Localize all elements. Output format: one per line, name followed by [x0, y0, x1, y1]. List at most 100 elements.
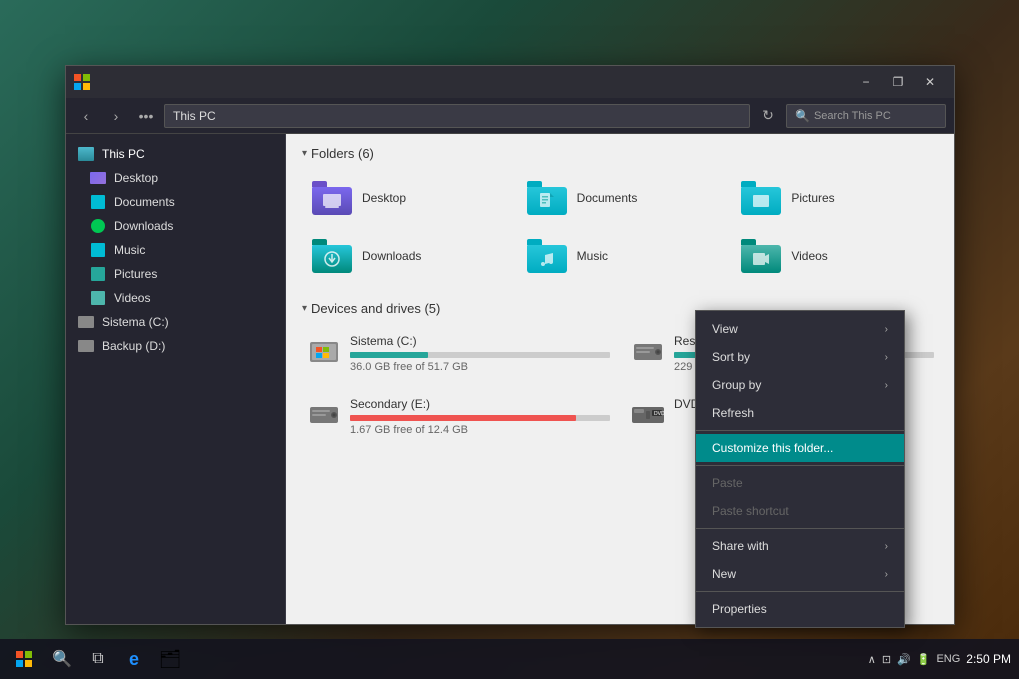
context-menu: View › Sort by › Group by › Refresh Cust… [695, 310, 905, 628]
start-logo-icon [16, 651, 32, 667]
title-bar: − ❐ ✕ [66, 66, 954, 98]
ctx-customize-label: Customize this folder... [712, 441, 833, 455]
sidebar-item-backup[interactable]: Backup (D:) [66, 334, 285, 358]
minimize-button[interactable]: − [850, 66, 882, 98]
close-button[interactable]: ✕ [914, 66, 946, 98]
ctx-share-label: Share with [712, 539, 769, 553]
folder-videos-icon [741, 239, 781, 273]
ctx-properties-label: Properties [712, 602, 767, 616]
ctx-divider-1 [696, 430, 904, 431]
backup-drive-icon [78, 338, 94, 354]
search-placeholder: Search This PC [814, 110, 891, 122]
sidebar-item-this-pc[interactable]: This PC [66, 142, 285, 166]
address-bar: ‹ › ••• This PC ↻ 🔍 Search This PC [66, 98, 954, 134]
folders-section-header: ▾ Folders (6) [302, 146, 938, 161]
ctx-view-label: View [712, 322, 738, 336]
sistema-bar-fill [350, 352, 428, 358]
secondary-drive-size: 1.67 GB free of 12.4 GB [350, 424, 610, 436]
folder-music[interactable]: Music [517, 231, 724, 281]
address-path[interactable]: This PC [164, 104, 750, 128]
ctx-refresh[interactable]: Refresh [696, 399, 904, 427]
sidebar-label-videos: Videos [114, 291, 150, 305]
windows-logo-icon [74, 74, 90, 90]
ctx-sort-label: Sort by [712, 350, 750, 364]
start-button[interactable] [8, 643, 40, 675]
sidebar-item-sistema[interactable]: Sistema (C:) [66, 310, 285, 334]
drive-sistema[interactable]: Sistema (C:) 36.0 GB free of 51.7 GB [302, 328, 614, 379]
folder-pictures[interactable]: Pictures [731, 173, 938, 223]
desktop-icon [90, 170, 106, 186]
sidebar-label-sistema: Sistema (C:) [102, 315, 169, 329]
forward-button[interactable]: › [104, 104, 128, 128]
sistema-drive-info: Sistema (C:) 36.0 GB free of 51.7 GB [350, 334, 610, 373]
sidebar-item-pictures[interactable]: Pictures [66, 262, 285, 286]
ctx-sort-by[interactable]: Sort by › [696, 343, 904, 371]
ctx-view[interactable]: View › [696, 315, 904, 343]
ctx-sort-arrow-icon: › [885, 352, 888, 363]
sidebar-label-backup: Backup (D:) [102, 339, 165, 353]
folders-chevron-icon: ▾ [302, 148, 307, 159]
sistema-bar-bg [350, 352, 610, 358]
ctx-share-with[interactable]: Share with › [696, 532, 904, 560]
sidebar-item-documents[interactable]: Documents [66, 190, 285, 214]
sidebar-item-downloads[interactable]: Downloads [66, 214, 285, 238]
sidebar-item-videos[interactable]: Videos [66, 286, 285, 310]
taskbar-edge-button[interactable]: e [118, 643, 150, 675]
folder-videos[interactable]: Videos [731, 231, 938, 281]
sidebar-label-desktop: Desktop [114, 171, 158, 185]
svg-text:DVD: DVD [654, 411, 665, 417]
folder-downloads-label: Downloads [362, 249, 421, 263]
ctx-new[interactable]: New › [696, 560, 904, 588]
sidebar-label-this-pc: This PC [102, 147, 145, 161]
ctx-group-label: Group by [712, 378, 761, 392]
ctx-group-by[interactable]: Group by › [696, 371, 904, 399]
folder-documents-icon [527, 181, 567, 215]
refresh-button[interactable]: ↻ [756, 104, 780, 128]
window-controls: − ❐ ✕ [850, 66, 946, 98]
folder-documents[interactable]: Documents [517, 173, 724, 223]
ctx-new-label: New [712, 567, 736, 581]
folder-desktop-label: Desktop [362, 191, 406, 205]
sidebar-item-desktop[interactable]: Desktop [66, 166, 285, 190]
sidebar-item-music[interactable]: Music [66, 238, 285, 262]
folder-desktop-icon [312, 181, 352, 215]
downloads-icon [90, 218, 106, 234]
folders-header-label: Folders (6) [311, 146, 374, 161]
tray-battery-icon: 🔋 [917, 653, 931, 666]
back-button[interactable]: ‹ [74, 104, 98, 128]
videos-icon [90, 290, 106, 306]
dvd-drive-icon: DVD [630, 397, 666, 433]
taskbar-task-view-button[interactable]: ⧉ [82, 643, 114, 675]
sidebar-label-pictures: Pictures [114, 267, 157, 281]
tray-volume-icon: 🔊 [897, 653, 911, 666]
folder-downloads[interactable]: Downloads [302, 231, 509, 281]
recent-locations-button[interactable]: ••• [134, 104, 158, 128]
tray-network-icon: ⊡ [882, 653, 891, 666]
taskbar-search-button[interactable]: 🔍 [46, 643, 78, 675]
tray-chevron-icon[interactable]: ∧ [868, 653, 876, 666]
ctx-share-arrow-icon: › [885, 541, 888, 552]
secondary-bar-bg [350, 415, 610, 421]
folder-desktop[interactable]: Desktop [302, 173, 509, 223]
search-box[interactable]: 🔍 Search This PC [786, 104, 946, 128]
drive-secondary[interactable]: Secondary (E:) 1.67 GB free of 12.4 GB [302, 391, 614, 442]
secondary-drive-icon [306, 397, 342, 433]
taskbar: 🔍 ⧉ e 🗂 ∧ ⊡ 🔊 🔋 ENG 2:50 PM [0, 639, 1019, 679]
pictures-icon [90, 266, 106, 282]
ctx-paste-shortcut-label: Paste shortcut [712, 504, 789, 518]
folder-videos-label: Videos [791, 249, 827, 263]
folders-grid: Desktop Documents [302, 173, 938, 281]
drives-header-label: Devices and drives (5) [311, 301, 440, 316]
secondary-drive-info: Secondary (E:) 1.67 GB free of 12.4 GB [350, 397, 610, 436]
taskbar-explorer-button[interactable]: 🗂 [154, 643, 186, 675]
ctx-customize[interactable]: Customize this folder... [696, 434, 904, 462]
sistema-drive-icon [78, 314, 94, 330]
sidebar-label-downloads: Downloads [114, 219, 173, 233]
taskbar-tray: ∧ ⊡ 🔊 🔋 ENG 2:50 PM [868, 652, 1011, 666]
music-icon [90, 242, 106, 258]
ctx-properties[interactable]: Properties [696, 595, 904, 623]
restore-button[interactable]: ❐ [882, 66, 914, 98]
ctx-view-arrow-icon: › [885, 324, 888, 335]
ctx-paste-label: Paste [712, 476, 743, 490]
documents-icon [90, 194, 106, 210]
